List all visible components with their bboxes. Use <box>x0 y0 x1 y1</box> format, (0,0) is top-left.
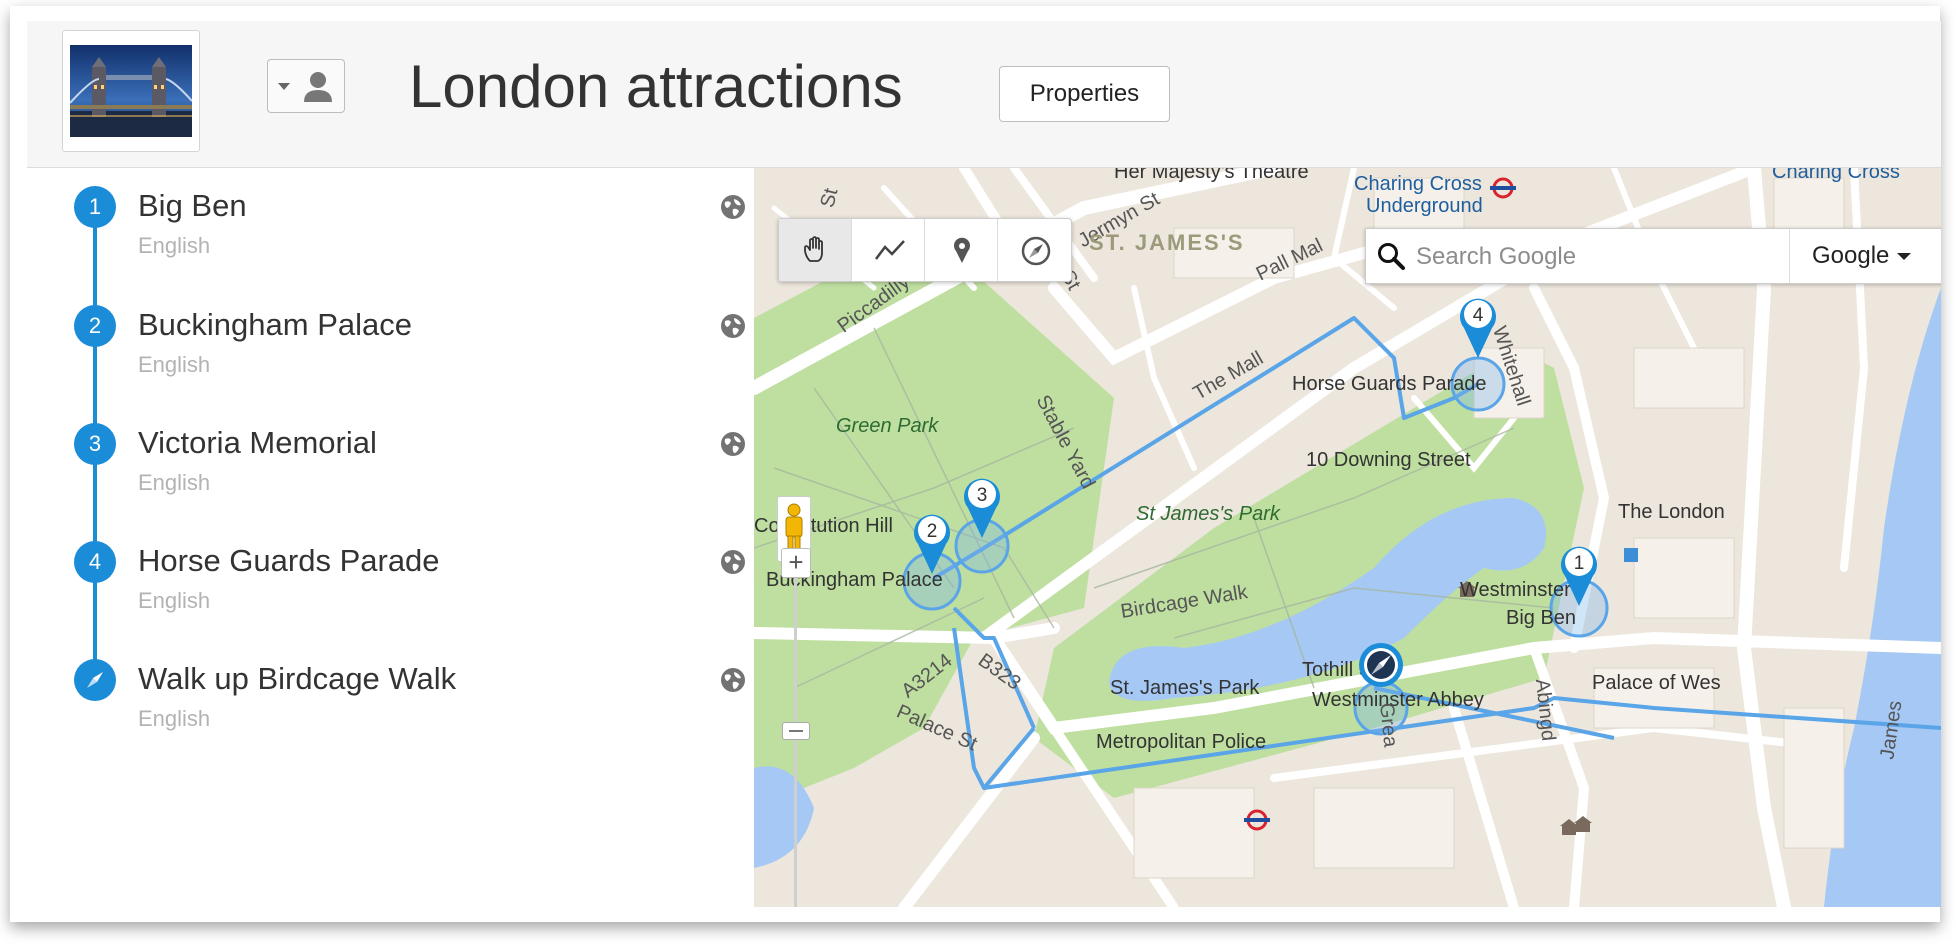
map-marker-1[interactable]: 1 <box>1559 542 1599 608</box>
compass-icon <box>1021 236 1051 266</box>
globe-icon[interactable] <box>720 667 746 693</box>
stop-list: 1 Big Ben English 2 Buckingham Palace En… <box>27 168 754 907</box>
svg-text:2: 2 <box>927 521 938 542</box>
map-label: St. James's Park <box>1110 677 1260 699</box>
compass-icon <box>87 672 103 688</box>
map-marker-2[interactable]: 2 <box>912 510 952 576</box>
map-toolbar <box>778 218 1072 282</box>
search-engine-dropdown[interactable]: Google <box>1789 229 1941 283</box>
owner-dropdown-button[interactable] <box>267 59 345 113</box>
pan-tool-button[interactable] <box>779 219 852 281</box>
map-label: Big Ben <box>1506 607 1577 629</box>
add-direction-button[interactable] <box>998 219 1071 281</box>
map-label: Metropolitan Police <box>1096 731 1267 753</box>
search-engine-label: Google <box>1812 242 1890 269</box>
stop-number-badge: 1 <box>74 186 116 228</box>
stop-number-badge: 3 <box>74 423 116 465</box>
stop-name: Buckingham Palace <box>138 307 412 342</box>
stop-language: English <box>138 470 211 495</box>
globe-icon[interactable] <box>720 549 746 575</box>
header-bar: London attractions Properties <box>27 21 1941 168</box>
map-label: Her Majesty's Theatre <box>1114 168 1309 183</box>
search-input[interactable] <box>1414 237 1788 277</box>
map-label: Horse Guards Parade <box>1292 373 1487 395</box>
svg-text:1: 1 <box>1574 553 1585 574</box>
stop-compass-badge <box>74 659 116 701</box>
tour-thumbnail[interactable] <box>62 30 200 152</box>
person-icon <box>278 72 332 102</box>
page-title: London attractions <box>409 53 903 120</box>
map-search-box: Google <box>1365 228 1941 284</box>
add-placemark-button[interactable] <box>925 219 998 281</box>
list-item[interactable]: 4 Horse Guards Parade English <box>74 541 754 659</box>
tour-editor: London attractions Properties 1 Big Ben … <box>27 21 1941 907</box>
map-label: Constitution Hill <box>754 515 893 537</box>
globe-icon[interactable] <box>720 313 746 339</box>
map-label: St James's Park <box>1136 503 1280 525</box>
tower-bridge-photo <box>70 45 192 137</box>
list-item[interactable]: 2 Buckingham Palace English <box>74 305 754 423</box>
stop-name: Victoria Memorial <box>138 425 377 460</box>
properties-button[interactable]: Properties <box>999 66 1170 122</box>
map-marker-3[interactable]: 3 <box>962 474 1002 540</box>
zoom-in-button[interactable]: + <box>781 548 811 578</box>
map-label: Charing Cross <box>1354 173 1482 195</box>
stop-language: English <box>138 233 211 258</box>
map-label: Westminster <box>1460 579 1571 601</box>
zoom-slider-handle[interactable] <box>782 722 810 740</box>
caret-down-icon <box>1897 253 1912 261</box>
stop-language: English <box>138 352 211 377</box>
svg-text:3: 3 <box>977 485 988 506</box>
search-icon <box>1378 243 1405 270</box>
info-icon <box>1624 548 1638 562</box>
window-frame: London attractions Properties 1 Big Ben … <box>10 6 1941 922</box>
list-item[interactable]: Walk up Birdcage Walk English <box>74 659 754 777</box>
globe-icon[interactable] <box>720 431 746 457</box>
map-view[interactable]: Her Majesty's Theatre Charing Cross Unde… <box>754 168 1941 907</box>
hand-icon <box>804 236 823 262</box>
stop-name: Big Ben <box>138 188 247 223</box>
map-label: Green Park <box>836 415 939 437</box>
stop-name: Horse Guards Parade <box>138 543 440 578</box>
svg-text:4: 4 <box>1473 305 1484 326</box>
map-label: Underground <box>1366 195 1483 217</box>
map-marker-4[interactable]: 4 <box>1458 294 1498 360</box>
stop-language: English <box>138 706 211 731</box>
stop-number-badge: 2 <box>74 305 116 347</box>
pin-icon <box>954 237 970 263</box>
map-label: 10 Downing Street <box>1306 449 1471 471</box>
globe-icon[interactable] <box>720 194 746 220</box>
compass-marker[interactable] <box>1358 642 1404 688</box>
map-label: Grea <box>1374 701 1402 749</box>
stop-name: Walk up Birdcage Walk <box>138 661 457 696</box>
draw-line-button[interactable] <box>852 219 925 281</box>
stop-number-badge: 4 <box>74 541 116 583</box>
map-label: Palace of Wes <box>1592 672 1721 694</box>
list-item[interactable]: 1 Big Ben English <box>74 186 754 304</box>
map-label: ST. JAMES'S <box>1089 230 1245 255</box>
map-label: Charing Cross <box>1772 168 1900 183</box>
map-label: The London <box>1618 501 1725 523</box>
line-icon <box>875 240 905 260</box>
stop-language: English <box>138 588 211 613</box>
list-item[interactable]: 3 Victoria Memorial English <box>74 423 754 541</box>
